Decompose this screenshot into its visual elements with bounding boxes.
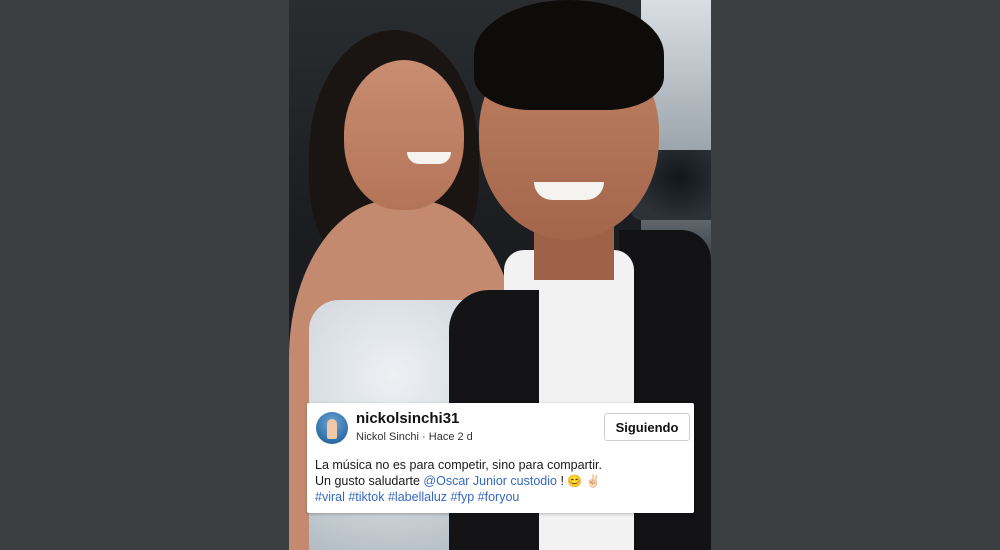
profile-avatar-icon[interactable]: [316, 412, 348, 444]
hashtag-link[interactable]: #fyp: [451, 490, 475, 504]
victory-hand-emoji-icon: ✌🏻: [585, 474, 601, 488]
mention-link[interactable]: @Oscar Junior custodio: [423, 474, 557, 488]
username[interactable]: nickolsinchi31: [356, 410, 459, 427]
display-name[interactable]: Nickol Sinchi: [356, 431, 419, 443]
caption-exclamation: !: [556, 474, 568, 488]
post-caption: La música no es para competir, sino para…: [315, 457, 688, 505]
caption-line-1: La música no es para competir, sino para…: [315, 458, 602, 472]
meta-separator: ·: [422, 431, 426, 443]
hashtag-link[interactable]: #tiktok: [348, 490, 384, 504]
avatar-figure: [327, 419, 337, 439]
girl-face: [344, 60, 464, 210]
post-meta: Nickol Sinchi · Hace 2 d: [356, 431, 473, 443]
girl-smile: [407, 152, 451, 164]
hashtag-list: #viral #tiktok #labellaluz #fyp #foryou: [315, 489, 688, 505]
post-time: Hace 2 d: [428, 431, 473, 443]
hashtag-link[interactable]: #labellaluz: [388, 490, 447, 504]
boy-smile: [534, 182, 604, 200]
hashtag-link[interactable]: #viral: [315, 490, 345, 504]
post-info-card: nickolsinchi31 Nickol Sinchi · Hace 2 d …: [307, 403, 694, 513]
hashtag-link[interactable]: #foryou: [478, 490, 520, 504]
smiling-face-emoji-icon: 😊: [567, 474, 583, 488]
caption-greeting: Un gusto saludarte: [315, 474, 424, 488]
boy-hair: [474, 0, 664, 110]
following-button[interactable]: Siguiendo: [604, 413, 690, 441]
caption-line-2: Un gusto saludarte @Oscar Junior custodi…: [315, 473, 688, 489]
